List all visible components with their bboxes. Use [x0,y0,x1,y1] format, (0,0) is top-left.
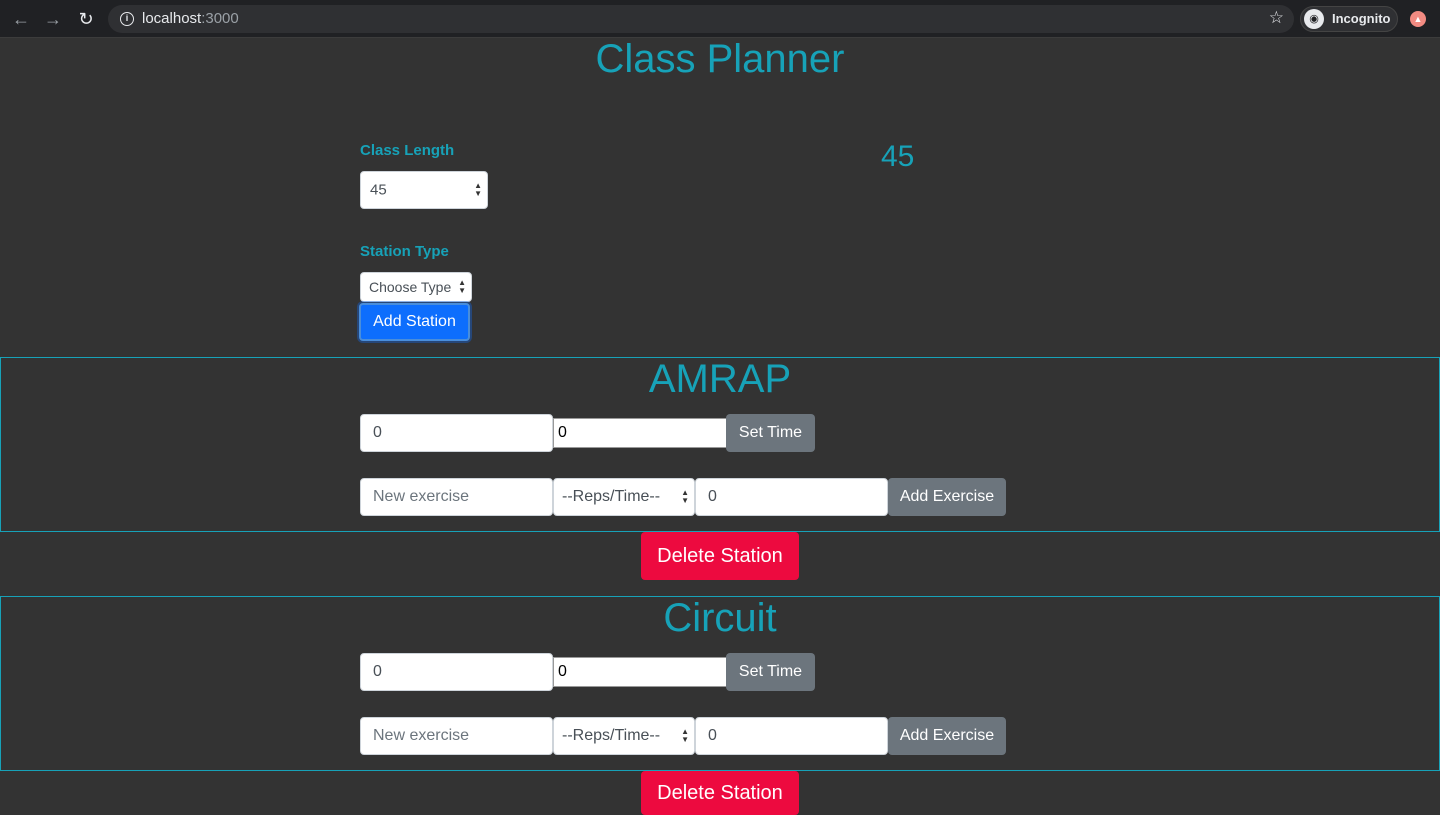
station-type-select[interactable]: Choose Type ▲ ▼ [360,272,472,302]
reps-time-select[interactable]: --Reps/Time-- ▲ ▼ [553,478,695,516]
station-time-value-secondary: 0 [558,663,567,680]
incognito-icon: ◉ [1304,9,1324,29]
info-icon[interactable]: i [120,12,134,26]
star-icon[interactable]: ☆ [1269,8,1284,28]
arrow-right-icon[interactable]: → [42,8,64,30]
add-exercise-button[interactable]: Add Exercise [888,717,1006,755]
class-length-select[interactable]: 45 ▲ ▼ [360,171,488,209]
new-exercise-input[interactable]: New exercise [360,717,553,755]
reload-icon[interactable]: ↻ [75,8,97,30]
delete-station-button[interactable]: Delete Station [641,532,799,580]
reps-time-value: --Reps/Time-- [562,488,661,505]
exercise-amount-value: 0 [708,488,717,505]
class-length-display: 45 [881,140,915,173]
delete-station-button[interactable]: Delete Station [641,771,799,815]
station-type-label: Station Type [360,243,449,260]
exercise-amount-value: 0 [708,727,717,744]
select-arrows-icon: ▲ ▼ [681,488,689,505]
address-bar[interactable]: i localhost:3000 ☆ [108,5,1294,33]
select-arrows-icon: ▲ ▼ [458,278,466,295]
url-text[interactable]: localhost:3000 [142,10,239,27]
select-arrows-icon: ▲ ▼ [474,181,482,198]
station-time-input-secondary[interactable]: 0 [553,657,727,687]
set-time-button[interactable]: Set Time [726,653,815,691]
reps-time-value: --Reps/Time-- [562,727,661,744]
new-exercise-input[interactable]: New exercise [360,478,553,516]
class-length-label: Class Length [360,142,455,159]
station-time-value-secondary: 0 [558,424,567,441]
station-time-value: 0 [373,424,382,441]
add-station-button[interactable]: Add Station [359,303,470,341]
profile-label: Incognito [1332,11,1391,26]
new-exercise-placeholder: New exercise [373,727,470,744]
extension-icon[interactable]: ▲ [1410,11,1426,27]
set-time-button[interactable]: Set Time [726,414,815,452]
browser-toolbar: ← → ↻ i localhost:3000 ☆ ◉ Incognito ▲ [0,0,1440,38]
new-exercise-placeholder: New exercise [373,488,470,505]
station-type-value: Choose Type [369,279,452,295]
page-title: Class Planner [595,37,845,81]
class-length-value: 45 [370,181,387,199]
url-host: localhost [142,10,202,27]
reps-time-select[interactable]: --Reps/Time-- ▲ ▼ [553,717,695,755]
exercise-amount-input[interactable]: 0 [695,717,888,755]
profile-button[interactable]: ◉ Incognito [1300,6,1398,32]
add-exercise-button[interactable]: Add Exercise [888,478,1006,516]
station-time-input-secondary[interactable]: 0 [553,418,727,448]
station-title: AMRAP [648,357,792,401]
url-port: :3000 [201,10,239,27]
station-time-input[interactable]: 0 [360,414,553,452]
station-title: Circuit [663,596,777,640]
station-time-input[interactable]: 0 [360,653,553,691]
station-time-value: 0 [373,663,382,680]
select-arrows-icon: ▲ ▼ [681,727,689,744]
arrow-left-icon[interactable]: ← [10,8,32,30]
exercise-amount-input[interactable]: 0 [695,478,888,516]
